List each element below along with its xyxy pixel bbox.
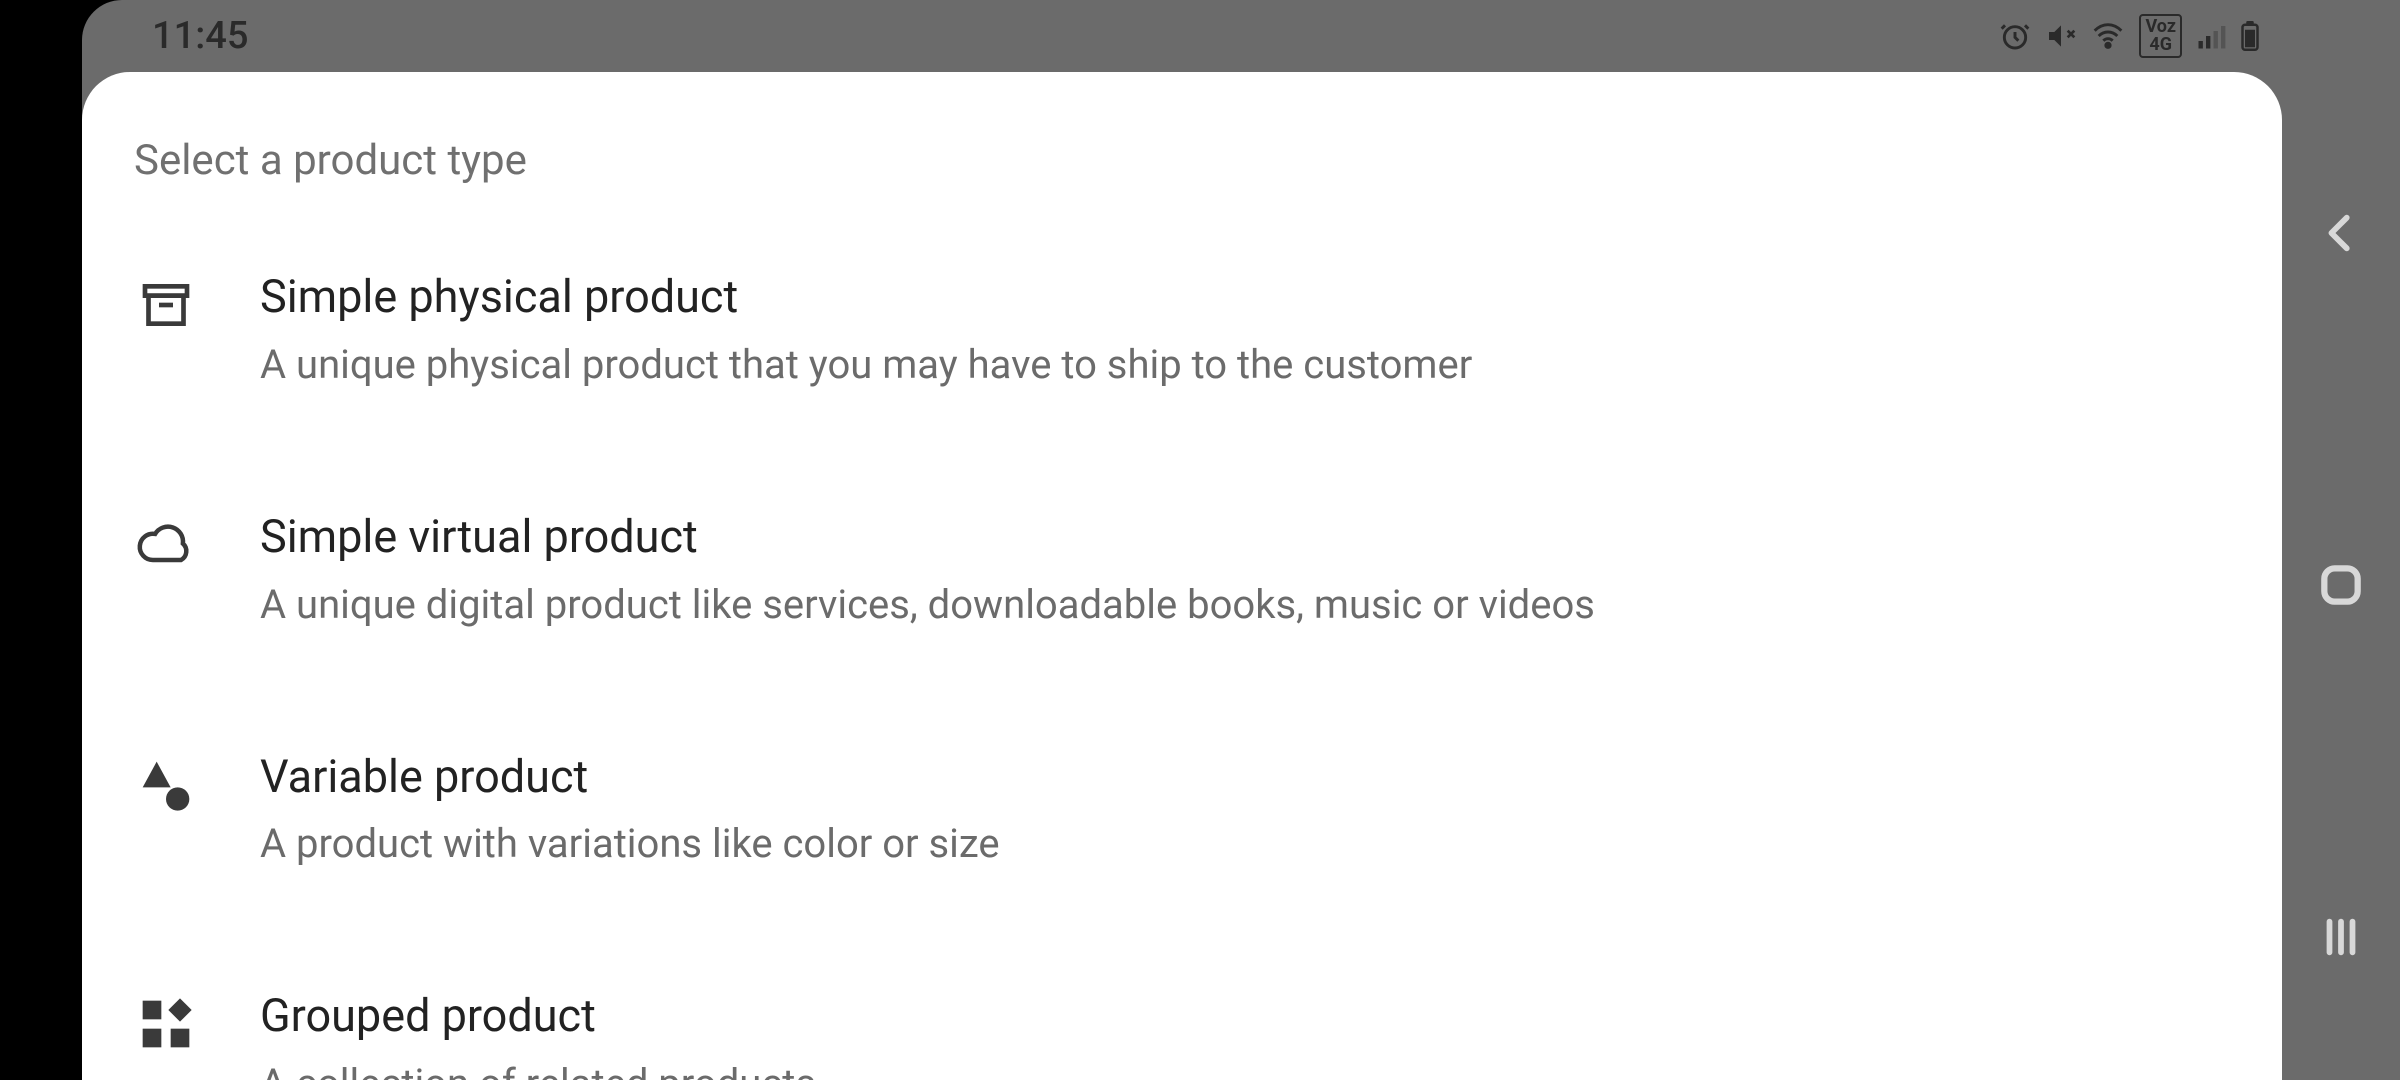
option-title: Simple physical product [260,271,2222,323]
network-voz-4g-badge: Voz 4G [2139,14,2182,58]
option-text: Simple virtual product A unique digital … [260,511,2222,629]
sheet-title: Select a product type [82,136,2282,185]
option-text: Variable product A product with variatio… [260,751,2222,869]
option-title: Variable product [260,751,2222,803]
option-desc: A unique digital product like services, … [260,581,2222,629]
nav-home-button[interactable] [2316,560,2366,610]
option-simple-virtual[interactable]: Simple virtual product A unique digital … [82,483,2282,657]
option-simple-physical[interactable]: Simple physical product A unique physica… [82,243,2282,417]
option-text: Grouped product A collection of related … [260,990,2222,1080]
status-bar: 11:45 Voz 4G [82,0,2282,72]
option-desc: A product with variations like color or … [260,820,2222,868]
option-title: Simple virtual product [260,511,2222,563]
nav-recents-button[interactable] [2318,914,2364,960]
product-type-list: Simple physical product A unique physica… [82,243,2282,1080]
widgets-icon [134,992,198,1056]
status-time: 11:45 [152,14,248,58]
box-archive-icon [134,273,198,337]
cloud-icon [134,513,198,577]
alarm-icon [1999,20,2031,52]
option-desc: A unique physical product that you may h… [260,341,2222,389]
status-icons: Voz 4G [1999,14,2260,58]
volume-mute-icon [2045,20,2077,52]
device-frame: 11:45 Voz 4G [82,0,2282,1080]
nav-back-button[interactable] [2318,210,2364,256]
option-desc: A collection of related products [260,1060,2222,1080]
option-text: Simple physical product A unique physica… [260,271,2222,389]
signal-icon [2196,21,2226,51]
system-nav-bar [2282,0,2400,1080]
option-variable[interactable]: Variable product A product with variatio… [82,723,2282,897]
product-type-sheet: Select a product type Simple physical pr… [82,72,2282,1080]
shapes-icon [134,753,198,817]
option-grouped[interactable]: Grouped product A collection of related … [82,962,2282,1080]
voz-bottom-label: 4G [2145,36,2176,54]
battery-icon [2240,21,2260,51]
wifi-icon [2091,20,2125,52]
option-title: Grouped product [260,990,2222,1042]
